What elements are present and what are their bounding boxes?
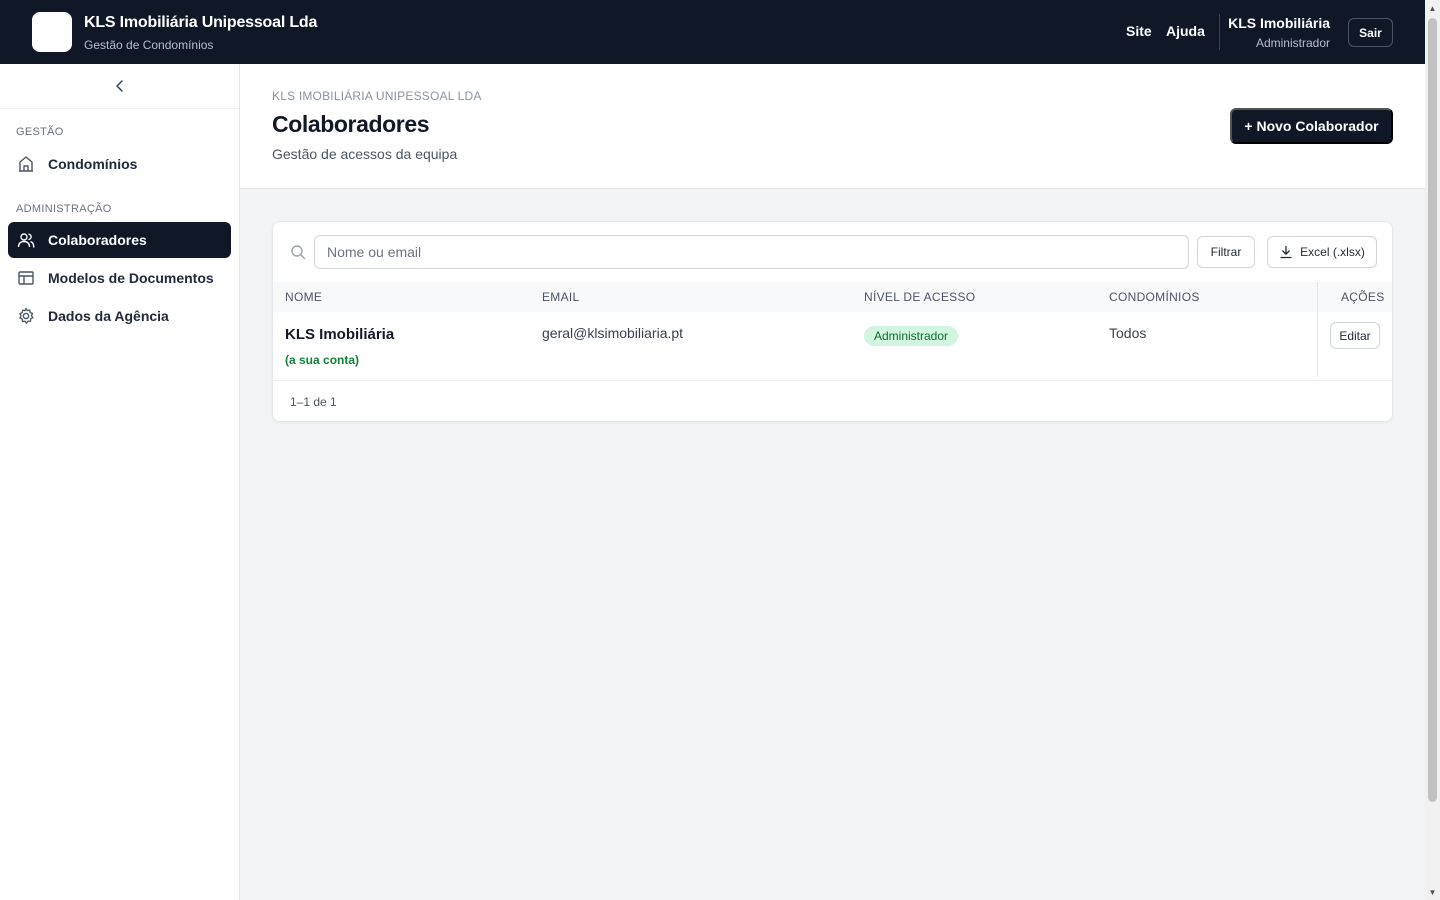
column-header-condos: CONDOMÍNIOS [1109, 290, 1200, 304]
own-account-note: (a sua conta) [285, 353, 360, 367]
table-header: NOME EMAIL NÍVEL DE ACESSO CONDOMÍNIOS A… [273, 282, 1392, 312]
table-row: KLS Imobiliária (a sua conta) geral@klsi… [273, 312, 1392, 381]
edit-button[interactable]: Editar [1330, 322, 1380, 349]
section-label-administracao: ADMINISTRAÇÃO [16, 203, 112, 215]
help-link[interactable]: Ajuda [1166, 23, 1205, 39]
column-header-actions: AÇÕES [1341, 290, 1385, 304]
scroll-up-icon[interactable]: ▲ [1428, 3, 1437, 13]
sidebar-item-label: Dados da Agência [48, 308, 169, 324]
site-link[interactable]: Site [1126, 23, 1152, 39]
vertical-scrollbar[interactable]: ▲ ▼ [1425, 0, 1440, 900]
column-header-access: NÍVEL DE ACESSO [864, 290, 976, 304]
collaborator-condos: Todos [1109, 325, 1147, 341]
page-title: Colaboradores [272, 111, 430, 137]
app-subtitle: Gestão de Condomínios [84, 38, 214, 52]
filter-button[interactable]: Filtrar [1197, 236, 1255, 268]
building-icon [16, 154, 36, 174]
page-header: KLS IMOBILIÁRIA UNIPESSOAL LDA Colaborad… [240, 64, 1425, 189]
company-name: KLS Imobiliária Unipessoal Lda [84, 14, 318, 31]
sidebar-item-label: Condomínios [48, 156, 138, 172]
logout-button[interactable]: Sair [1348, 18, 1393, 47]
sidebar: GESTÃO Condomínios ADMINISTRAÇÃO Colabor… [0, 64, 240, 900]
new-collaborator-button[interactable]: + Novo Colaborador [1230, 108, 1393, 144]
search-icon [291, 245, 306, 260]
sidebar-collapse-row [0, 64, 239, 109]
column-header-email: EMAIL [542, 290, 580, 304]
layout-icon [16, 268, 36, 288]
actions-column-divider [1317, 282, 1318, 377]
section-label-gestao: GESTÃO [16, 126, 64, 138]
export-excel-label: Excel (.xlsx) [1300, 245, 1365, 259]
search-input[interactable] [314, 235, 1189, 269]
scroll-down-icon[interactable]: ▼ [1428, 887, 1437, 897]
sidebar-item-colaboradores[interactable]: Colaboradores [8, 222, 231, 258]
access-level-badge: Administrador [864, 326, 959, 346]
topbar-divider [1219, 14, 1220, 50]
download-icon [1280, 245, 1292, 259]
user-role: Administrador [1255, 36, 1330, 50]
sidebar-item-label: Modelos de Documentos [48, 270, 214, 286]
collaborator-email: geral@klsimobiliaria.pt [542, 325, 684, 341]
sidebar-item-condominios[interactable]: Condomínios [8, 146, 231, 182]
top-bar: KLS Imobiliária Unipessoal Lda Gestão de… [0, 0, 1425, 64]
company-logo [32, 12, 72, 52]
scrollbar-thumb[interactable] [1428, 18, 1437, 802]
export-excel-button[interactable]: Excel (.xlsx) [1267, 236, 1377, 268]
collaborators-card: Filtrar Excel (.xlsx) NOME EMAIL NÍVEL D… [272, 221, 1393, 422]
page-subtitle: Gestão de acessos da equipa [272, 146, 458, 162]
collapse-sidebar-button[interactable] [108, 74, 132, 98]
collaborator-name: KLS Imobiliária [285, 326, 395, 343]
column-header-name: NOME [285, 290, 323, 304]
gear-icon [16, 306, 36, 326]
breadcrumb: KLS IMOBILIÁRIA UNIPESSOAL LDA [272, 89, 482, 103]
user-name: KLS Imobiliária [1228, 15, 1330, 31]
sidebar-item-dados-agencia[interactable]: Dados da Agência [8, 298, 231, 334]
chevron-left-icon [115, 80, 123, 92]
pagination-info: 1–1 de 1 [290, 395, 337, 409]
users-icon [16, 230, 36, 250]
sidebar-item-label: Colaboradores [48, 232, 147, 248]
sidebar-item-modelos-documentos[interactable]: Modelos de Documentos [8, 260, 231, 296]
